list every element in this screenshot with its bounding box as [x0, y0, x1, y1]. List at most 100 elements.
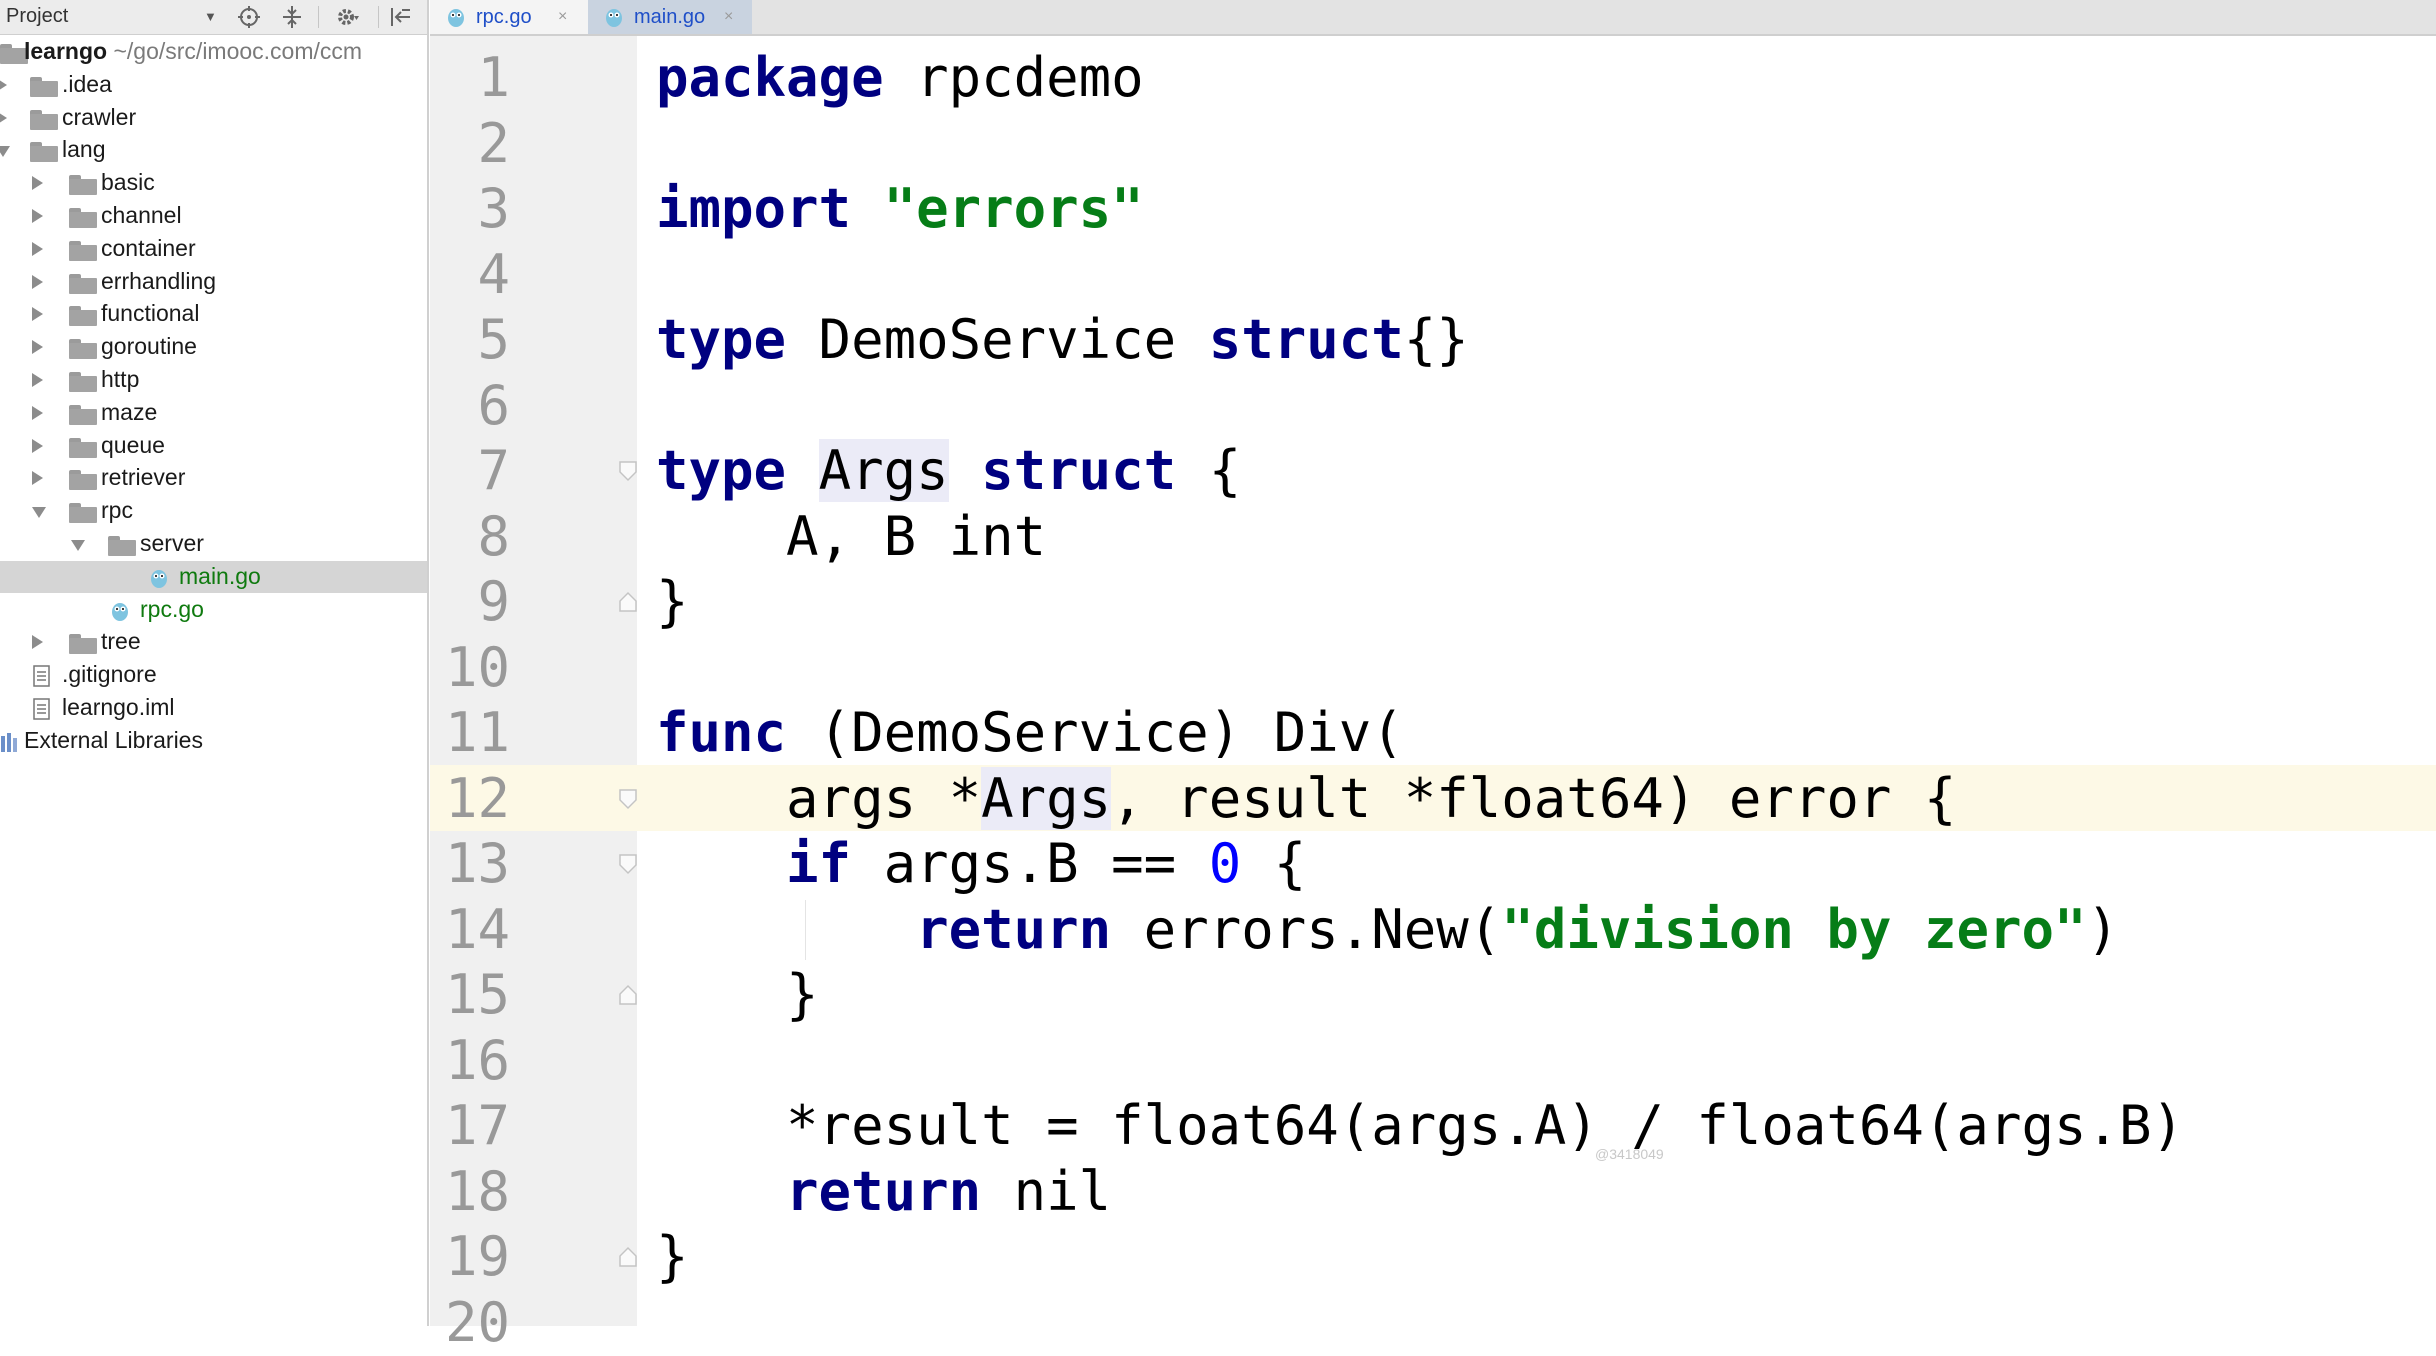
code-keyword: return [916, 897, 1112, 961]
expand-arrow-open-icon[interactable] [32, 507, 46, 519]
code-line[interactable]: import "errors" [656, 176, 1144, 242]
code-line[interactable]: args *Args, result *float64) error { [656, 766, 1956, 832]
fold-open-icon[interactable] [618, 788, 638, 810]
fold-close-icon[interactable] [618, 591, 638, 613]
tree-item[interactable]: rpc [0, 495, 427, 527]
line-number: 5 [477, 308, 510, 371]
tree-item-label: .idea [62, 70, 112, 97]
tree-item[interactable]: functional [0, 298, 427, 330]
expand-arrow-closed-icon[interactable] [32, 438, 43, 453]
expand-arrow-closed-icon[interactable] [0, 110, 7, 125]
tab-label: main.go [634, 6, 706, 28]
tree-item[interactable]: http [0, 364, 427, 396]
code-line[interactable]: return errors.New("division by zero") [656, 897, 2119, 963]
hide-panel-icon[interactable] [388, 5, 412, 29]
tree-item[interactable]: main.go [0, 560, 427, 593]
expand-arrow-closed-icon[interactable] [32, 373, 43, 387]
tree-item[interactable]: goroutine [0, 331, 427, 363]
folder-icon [69, 306, 97, 327]
folder-icon [69, 470, 97, 491]
code-usage-highlight: Args [981, 766, 1112, 830]
code-line[interactable]: } [656, 569, 689, 635]
code-line[interactable]: type DemoService struct{} [656, 307, 1469, 373]
expand-arrow-closed-icon[interactable] [32, 635, 43, 650]
code-line[interactable]: func (DemoService) Div( [656, 700, 1404, 766]
tree-item[interactable]: lang [0, 134, 427, 166]
code-keyword: package [656, 46, 884, 109]
close-icon[interactable]: × [724, 8, 733, 26]
code-keyword: import [656, 177, 852, 240]
expand-arrow-closed-icon[interactable] [32, 274, 43, 289]
project-panel-title[interactable]: Project [6, 5, 68, 28]
settings-icon[interactable] [335, 5, 359, 29]
expand-arrow-closed-icon[interactable] [0, 77, 7, 92]
collapse-all-icon[interactable] [280, 5, 304, 29]
close-icon[interactable]: × [558, 8, 567, 26]
tree-item[interactable]: errhandling [0, 266, 427, 298]
tree-item[interactable]: container [0, 233, 427, 265]
gopher-file-icon [112, 602, 128, 621]
fold-open-icon[interactable] [618, 460, 638, 482]
tree-item[interactable]: channel [0, 200, 427, 232]
folder-icon [69, 208, 97, 228]
line-number: 19 [444, 1225, 510, 1288]
tree-item[interactable]: maze [0, 397, 427, 429]
line-number: 1 [477, 46, 510, 109]
code-token: rpcdemo [883, 46, 1144, 109]
code-line[interactable]: package rpcdemo [656, 45, 1144, 111]
expand-arrow-closed-icon[interactable] [32, 209, 43, 223]
expand-arrow-open-icon[interactable] [71, 540, 85, 551]
tree-item[interactable]: .gitignore [0, 659, 427, 691]
code-line[interactable]: A, B int [656, 504, 1046, 570]
expand-arrow-closed-icon[interactable] [32, 471, 43, 486]
root-project-path: ~/go/src/imooc.com/ccm [107, 38, 363, 64]
expand-arrow-closed-icon[interactable] [32, 405, 43, 420]
line-number: 14 [444, 897, 510, 961]
tree-item[interactable]: learngo ~/go/src/imooc.com/ccm [0, 36, 427, 68]
code-keyword: type [656, 308, 787, 371]
tree-item[interactable]: rpc.go [0, 594, 427, 626]
fold-open-icon[interactable] [618, 853, 638, 875]
expand-arrow-closed-icon[interactable] [32, 241, 43, 256]
tree-item[interactable]: External Libraries [0, 725, 427, 757]
tree-item[interactable]: basic [0, 167, 427, 199]
root-project-name: learngo [24, 38, 108, 64]
tree-item-label: .gitignore [62, 661, 157, 688]
expand-arrow-closed-icon[interactable] [32, 340, 43, 355]
code-keyword: func [656, 701, 787, 764]
tree-item[interactable]: learngo.iml [0, 692, 427, 724]
code-line[interactable]: } [656, 962, 819, 1028]
fold-close-icon[interactable] [618, 1246, 638, 1268]
expand-arrow-closed-icon[interactable] [32, 307, 43, 322]
tab-main-go[interactable]: main.go × [588, 0, 752, 34]
code-line[interactable]: } [656, 1224, 689, 1290]
tree-item[interactable]: crawler [0, 102, 427, 134]
tree-item[interactable]: server [0, 528, 427, 560]
folder-icon [69, 372, 97, 392]
tree-item[interactable]: .idea [0, 69, 427, 101]
tree-item[interactable]: retriever [0, 462, 427, 494]
code-token: errors.New( [1111, 897, 1502, 961]
code-token: args.B == [851, 832, 1209, 895]
tree-item[interactable]: queue [0, 430, 427, 462]
expand-arrow-closed-icon[interactable] [32, 176, 43, 191]
tree-item-label: queue [101, 431, 165, 458]
expand-arrow-open-icon[interactable] [0, 146, 10, 158]
line-number: 2 [477, 111, 510, 175]
chevron-down-icon[interactable]: ▼ [204, 9, 217, 24]
locate-icon[interactable] [237, 5, 261, 29]
line-number: 3 [477, 177, 510, 240]
code-line[interactable]: if args.B == 0 { [656, 831, 1306, 897]
code-token: } [656, 570, 689, 633]
code-line[interactable]: return nil [656, 1159, 1111, 1225]
fold-close-icon[interactable] [618, 984, 638, 1006]
watermark: @3418049 [1595, 1146, 1664, 1162]
code-token: , result *float64) error { [1111, 766, 1957, 830]
code-line[interactable]: *result = float64(args.A) / float64(args… [656, 1093, 2184, 1159]
tab-rpc-go[interactable]: rpc.go × [430, 0, 588, 34]
line-number: 17 [444, 1094, 510, 1157]
tree-item[interactable]: tree [0, 626, 427, 658]
code-line[interactable]: type Args struct { [656, 438, 1241, 504]
